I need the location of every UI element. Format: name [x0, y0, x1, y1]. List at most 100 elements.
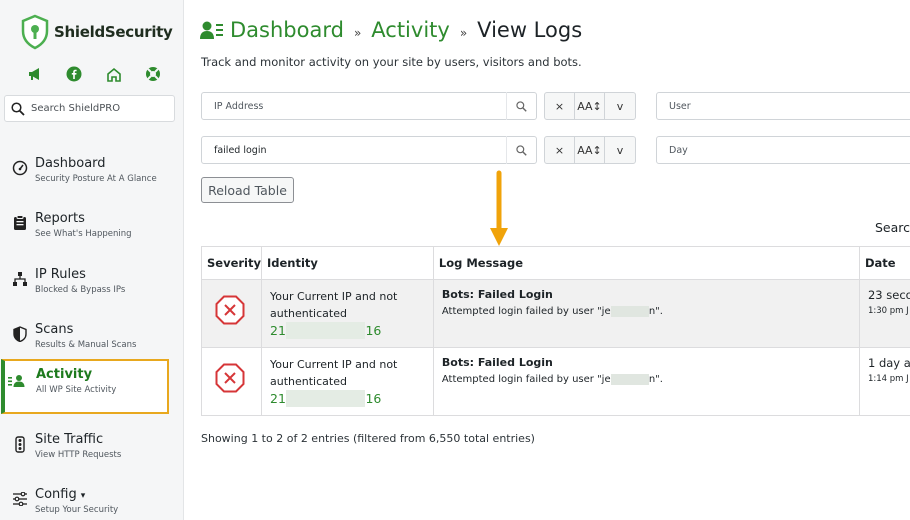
- breadcrumb-activity[interactable]: Activity: [371, 18, 450, 42]
- sidebar-item-sub: Security Posture At A Glance: [35, 174, 157, 184]
- clear-button[interactable]: ×: [545, 137, 575, 163]
- sidebar-item-sub: All WP Site Activity: [36, 385, 117, 395]
- severity-cell: [201, 279, 262, 348]
- identity-line: Your Current IP and not: [270, 358, 398, 371]
- relative-date: 1 day ag: [867, 356, 910, 370]
- breadcrumb: Dashboard » Activity » View Logs: [200, 18, 582, 42]
- ip-filter-controls: × AA↕ v: [544, 92, 636, 120]
- sidebar-item-ip-rules[interactable]: IP Rules Blocked & Bypass IPs: [4, 261, 180, 311]
- log-message-title: Bots: Failed Login: [441, 288, 553, 301]
- sidebar-item-title: Scans: [35, 322, 74, 337]
- search-icon: [516, 100, 527, 112]
- sidebar-item-activity[interactable]: Activity All WP Site Activity: [1, 359, 169, 414]
- header-severity[interactable]: Severity: [201, 246, 262, 280]
- header-log-message[interactable]: Log Message: [432, 246, 860, 280]
- table-info: Showing 1 to 2 of 2 entries (filtered fr…: [201, 432, 535, 445]
- sidebar: ShieldSecurity Search ShieldPRO Dashboar…: [0, 0, 184, 520]
- redacted-block: 0000000000: [285, 390, 366, 407]
- identity-cell: Your Current IP and not authenticated 21…: [261, 347, 434, 416]
- speedometer-icon: [11, 159, 29, 177]
- breadcrumb-dashboard[interactable]: Dashboard: [230, 18, 344, 42]
- match-case-button[interactable]: AA↕: [575, 137, 605, 163]
- message-filter-value: failed login: [214, 144, 267, 156]
- config-title: Config: [35, 487, 77, 502]
- timestamp: 1:14 pm J: [867, 374, 909, 384]
- main-content: Dashboard » Activity » View Logs Track a…: [184, 0, 910, 520]
- identity-line: authenticated: [270, 375, 347, 388]
- megaphone-icon[interactable]: [24, 64, 46, 84]
- message-prefix: Attempted login failed by user "je: [441, 374, 611, 385]
- facebook-icon[interactable]: [63, 64, 85, 84]
- table-search-label: Search: [875, 220, 910, 235]
- ip-search-button[interactable]: [506, 92, 536, 120]
- chevron-down-button[interactable]: v: [605, 137, 635, 163]
- ip-end: 16: [365, 391, 382, 406]
- user-filter[interactable]: User: [656, 92, 910, 120]
- sidebar-search-input[interactable]: Search ShieldPRO: [4, 95, 175, 122]
- table-row: Your Current IP and not authenticated 21…: [201, 347, 910, 416]
- identity-line: Your Current IP and not: [270, 290, 398, 303]
- ip-address-placeholder: IP Address: [214, 100, 264, 112]
- sidebar-item-dashboard[interactable]: Dashboard Security Posture At A Glance: [4, 150, 180, 200]
- sidebar-item-title: Config ▾: [35, 487, 180, 502]
- day-filter[interactable]: Day: [656, 136, 910, 164]
- brand-logo[interactable]: ShieldSecurity: [20, 14, 173, 50]
- ip-address-filter[interactable]: IP Address: [201, 92, 537, 120]
- person-lines-icon: [8, 372, 26, 390]
- logs-table: Severity Identity Log Message Date Your …: [201, 246, 910, 416]
- ip-start: 21: [270, 323, 286, 338]
- home-icon[interactable]: [103, 64, 125, 84]
- date-cell: 1 day ag 1:14 pm J: [858, 347, 910, 416]
- ip-address-link[interactable]: 21000000000016: [270, 322, 433, 339]
- clipboard-icon: [11, 214, 29, 232]
- redacted-block: 0000000000: [285, 322, 366, 339]
- traffic-light-icon: [11, 435, 29, 453]
- sidebar-item-sub: See What's Happening: [35, 229, 132, 239]
- search-icon: [11, 101, 25, 116]
- log-message-text: Attempted login failed by user "je000000…: [442, 374, 859, 385]
- error-octagon-icon: [215, 363, 245, 393]
- message-filter-controls: × AA↕ v: [544, 136, 636, 164]
- network-icon: [11, 270, 29, 288]
- breadcrumb-separator: »: [459, 26, 468, 40]
- table-row: Your Current IP and not authenticated 21…: [201, 279, 910, 348]
- sidebar-item-title: Activity: [36, 367, 93, 382]
- message-suffix: n".: [648, 374, 663, 385]
- sidebar-item-reports[interactable]: Reports See What's Happening: [4, 205, 180, 255]
- brand-name: ShieldSecurity: [54, 23, 173, 41]
- sidebar-item-title: Site Traffic: [35, 432, 104, 447]
- page-subtitle: Track and monitor activity on your site …: [201, 55, 582, 69]
- identity-cell: Your Current IP and not authenticated 21…: [261, 279, 434, 348]
- match-case-button[interactable]: AA↕: [575, 93, 605, 119]
- ip-end: 16: [365, 323, 382, 338]
- log-message-cell: Bots: Failed Login Attempted login faile…: [432, 279, 860, 348]
- search-icon: [516, 144, 527, 156]
- sidebar-item-site-traffic[interactable]: Site Traffic View HTTP Requests: [4, 426, 180, 476]
- date-cell: 23 secon 1:30 pm J: [858, 279, 910, 348]
- reload-table-button[interactable]: Reload Table: [201, 177, 294, 203]
- message-search-button[interactable]: [506, 136, 536, 164]
- page-title: View Logs: [477, 18, 583, 42]
- person-lines-icon: [200, 21, 223, 39]
- ip-address-link[interactable]: 21000000000016: [270, 390, 433, 407]
- sidebar-item-sub: Blocked & Bypass IPs: [35, 285, 126, 295]
- chevron-down-button[interactable]: v: [605, 93, 635, 119]
- redacted-block: 000000: [610, 306, 649, 317]
- header-identity[interactable]: Identity: [261, 246, 434, 280]
- relative-date: 23 secon: [867, 288, 910, 302]
- lifebuoy-icon[interactable]: [142, 64, 164, 84]
- sidebar-item-config[interactable]: Config ▾ Setup Your Security: [4, 481, 180, 520]
- log-message-text: Attempted login failed by user "je000000…: [442, 306, 859, 317]
- sidebar-item-sub: View HTTP Requests: [35, 450, 122, 460]
- user-placeholder: User: [669, 100, 691, 112]
- message-suffix: n".: [648, 306, 663, 317]
- redacted-block: 000000: [610, 374, 649, 385]
- day-placeholder: Day: [669, 144, 688, 156]
- sidebar-item-sub: Results & Manual Scans: [35, 340, 137, 350]
- clear-button[interactable]: ×: [545, 93, 575, 119]
- message-filter[interactable]: failed login: [201, 136, 537, 164]
- sidebar-item-title: IP Rules: [35, 267, 86, 282]
- shield-logo-icon: [21, 14, 49, 50]
- identity-line: authenticated: [270, 307, 347, 320]
- header-date[interactable]: Date: [858, 246, 910, 280]
